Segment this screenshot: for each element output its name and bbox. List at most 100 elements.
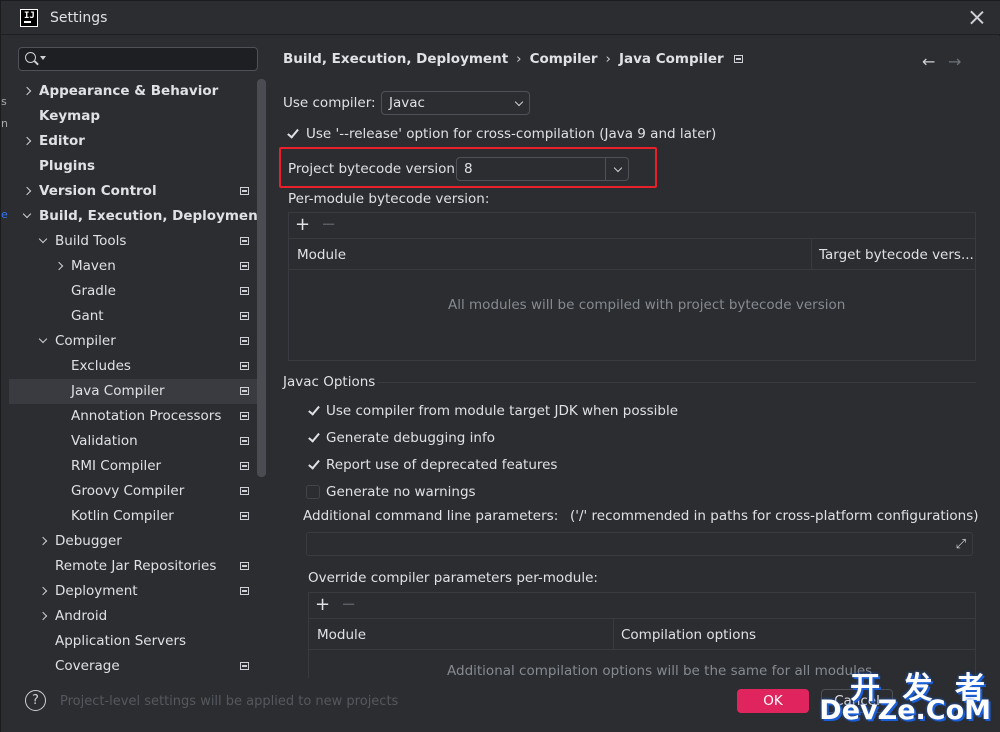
chevron-down-icon[interactable] bbox=[22, 209, 32, 219]
sidebar-item-label: Maven bbox=[71, 258, 116, 274]
project-scope-icon bbox=[240, 437, 249, 445]
use-compiler-value: Javac bbox=[389, 95, 425, 111]
chevron-right-icon[interactable] bbox=[38, 586, 48, 596]
add-icon[interactable]: + bbox=[315, 596, 330, 614]
empty-table-text: All modules will be compiled with projec… bbox=[448, 297, 846, 313]
chevron-down-icon bbox=[40, 56, 46, 60]
breadcrumb-separator: › bbox=[516, 51, 522, 67]
per-module-table: + − Module Target bytecode vers... All m… bbox=[288, 212, 976, 361]
project-scope-icon bbox=[240, 662, 249, 670]
release-option-checkbox[interactable] bbox=[286, 127, 300, 141]
deprecated-features-checkbox[interactable] bbox=[307, 458, 321, 472]
no-warnings-label: Generate no warnings bbox=[326, 484, 476, 500]
project-scope-icon bbox=[240, 587, 249, 595]
sidebar-item[interactable]: Kotlin Compiler bbox=[9, 504, 259, 529]
sidebar-item-label: Java Compiler bbox=[71, 383, 165, 399]
sidebar-scrollbar[interactable] bbox=[257, 79, 266, 477]
sidebar-item-label: Validation bbox=[71, 433, 138, 449]
sidebar-item-label: Gant bbox=[71, 308, 104, 324]
additional-params-input[interactable]: ⤢ bbox=[306, 532, 973, 556]
sidebar-item[interactable]: Editor bbox=[9, 129, 259, 154]
per-module-label: Per-module bytecode version: bbox=[288, 191, 490, 207]
no-warnings-checkbox[interactable] bbox=[306, 485, 320, 499]
sidebar-item[interactable]: Version Control bbox=[9, 179, 259, 204]
sidebar-item-label: Excludes bbox=[71, 358, 131, 374]
window-title: Settings bbox=[50, 10, 108, 26]
sidebar-item[interactable]: Excludes bbox=[9, 354, 259, 379]
column-header-module[interactable]: Module bbox=[297, 247, 346, 263]
column-divider[interactable] bbox=[811, 239, 812, 270]
sidebar-item-label: Debugger bbox=[55, 533, 122, 549]
close-icon[interactable] bbox=[969, 9, 985, 25]
project-scope-icon bbox=[240, 337, 249, 345]
additional-params-hint: ('/' recommended in paths for cross-plat… bbox=[570, 508, 979, 524]
chevron-down-icon[interactable] bbox=[38, 234, 48, 244]
chevron-right-icon[interactable] bbox=[22, 186, 32, 196]
sidebar-item-label: RMI Compiler bbox=[71, 458, 162, 474]
javac-options-title: Javac Options bbox=[283, 374, 376, 390]
use-compiler-select[interactable]: Javac bbox=[381, 91, 530, 115]
sidebar-item[interactable]: Keymap bbox=[9, 104, 259, 129]
settings-tree: Appearance & Behavior Keymap Editor Plugins… bbox=[9, 79, 264, 679]
project-scope-icon bbox=[240, 412, 249, 420]
override-params-label: Override compiler parameters per-module: bbox=[308, 570, 598, 586]
sidebar-item-label: Gradle bbox=[71, 283, 116, 299]
back-arrow-icon[interactable]: ← bbox=[922, 52, 935, 71]
sidebar-item[interactable]: Build, Execution, Deployment bbox=[9, 204, 264, 229]
sidebar-item[interactable]: Application Servers bbox=[9, 629, 259, 654]
settings-window: IJ Settings s n e Appearance & Behavior K… bbox=[0, 0, 1000, 732]
chevron-right-icon[interactable] bbox=[54, 261, 64, 271]
sidebar-item[interactable]: Maven bbox=[9, 254, 259, 279]
chevron-right-icon[interactable] bbox=[38, 611, 48, 621]
sidebar-item[interactable]: Debugger bbox=[9, 529, 259, 554]
sidebar-item[interactable]: Android bbox=[9, 604, 259, 629]
watermark-logo: 开 发 者 DevZe.CoM bbox=[819, 663, 993, 726]
add-icon[interactable]: + bbox=[295, 216, 310, 234]
sidebar-item-label: Remote Jar Repositories bbox=[55, 558, 217, 574]
help-icon[interactable]: ? bbox=[25, 690, 46, 711]
sidebar-item[interactable]: Gradle bbox=[9, 279, 259, 304]
forward-arrow-icon[interactable]: → bbox=[948, 52, 961, 71]
column-header-module[interactable]: Module bbox=[317, 627, 366, 643]
sidebar-item[interactable]: Build Tools bbox=[9, 229, 259, 254]
ok-button[interactable]: OK bbox=[737, 689, 809, 713]
search-input[interactable] bbox=[18, 47, 258, 71]
sidebar-item[interactable]: Gant bbox=[9, 304, 259, 329]
sidebar-item[interactable]: Java Compiler bbox=[9, 379, 259, 404]
sidebar-item[interactable]: Compiler bbox=[9, 329, 259, 354]
chevron-right-icon[interactable] bbox=[38, 536, 48, 546]
project-scope-icon bbox=[240, 362, 249, 370]
debugging-info-checkbox[interactable] bbox=[307, 431, 321, 445]
sidebar-item-label: Compiler bbox=[55, 333, 116, 349]
sidebar-item[interactable]: Groovy Compiler bbox=[9, 479, 259, 504]
chevron-down-icon bbox=[613, 163, 623, 173]
column-header-options[interactable]: Compilation options bbox=[621, 627, 756, 643]
sidebar-item-label: Build Tools bbox=[55, 233, 127, 249]
bytecode-version-label: Project bytecode version: bbox=[288, 161, 460, 177]
combo-divider bbox=[605, 158, 606, 180]
chevron-right-icon[interactable] bbox=[22, 86, 32, 96]
chevron-down-icon[interactable] bbox=[38, 334, 48, 344]
sidebar-item[interactable]: Plugins bbox=[9, 154, 259, 179]
chevron-right-icon[interactable] bbox=[22, 136, 32, 146]
remove-icon[interactable]: − bbox=[341, 596, 356, 614]
breadcrumb-item[interactable]: Compiler bbox=[530, 51, 598, 67]
sidebar-item[interactable]: Validation bbox=[9, 429, 259, 454]
sidebar-item[interactable]: Annotation Processors bbox=[9, 404, 259, 429]
sidebar-item[interactable]: RMI Compiler bbox=[9, 454, 259, 479]
bytecode-version-select[interactable]: 8 bbox=[456, 157, 629, 181]
sidebar-item-label: Version Control bbox=[39, 183, 157, 199]
sidebar-item[interactable]: Deployment bbox=[9, 579, 259, 604]
sidebar-item[interactable]: Coverage bbox=[9, 654, 259, 679]
column-divider[interactable] bbox=[613, 619, 614, 650]
breadcrumb-item[interactable]: Build, Execution, Deployment bbox=[283, 51, 508, 67]
sidebar-item[interactable]: Remote Jar Repositories bbox=[9, 554, 259, 579]
module-target-jdk-checkbox[interactable] bbox=[307, 404, 321, 418]
breadcrumb: Build, Execution, Deployment › Compiler › Ja… bbox=[283, 51, 743, 67]
empty-table-text: Additional compilation options will be t… bbox=[447, 663, 873, 679]
sidebar-item[interactable]: Appearance & Behavior bbox=[9, 79, 259, 104]
remove-icon[interactable]: − bbox=[321, 216, 336, 234]
column-header-target[interactable]: Target bytecode vers... bbox=[819, 247, 974, 263]
expand-icon[interactable]: ⤢ bbox=[956, 537, 966, 552]
project-scope-icon bbox=[240, 562, 249, 570]
